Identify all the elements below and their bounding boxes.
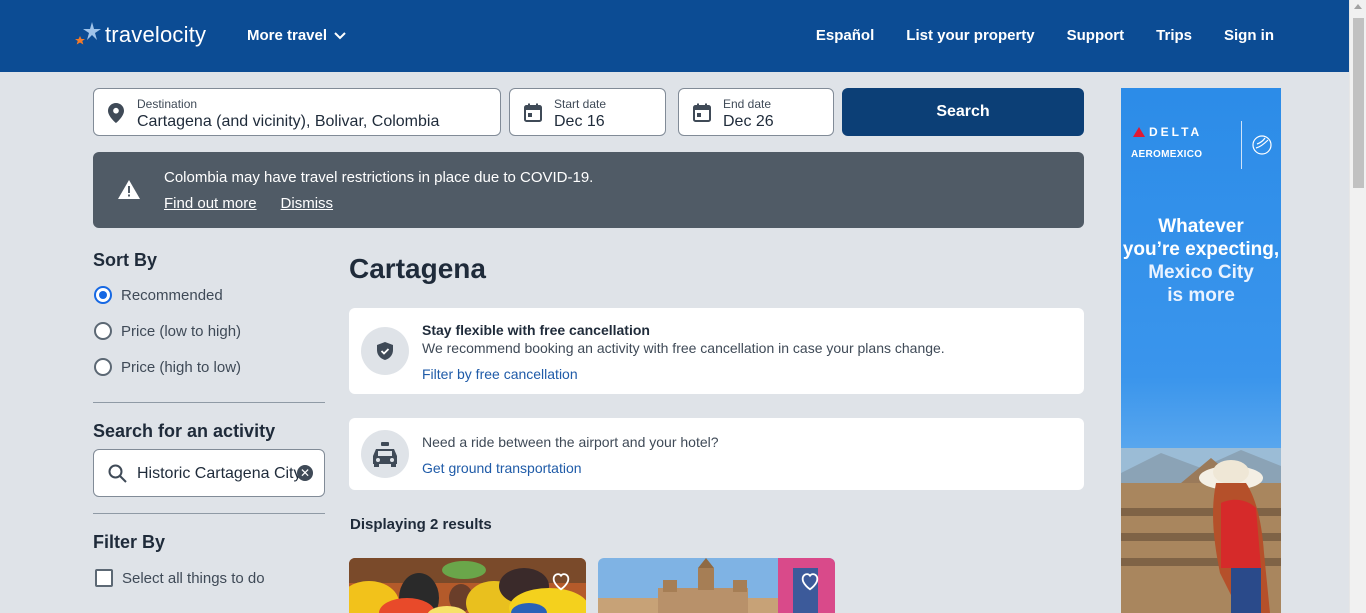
- site-header: travelocity More travel Español List you…: [0, 0, 1349, 72]
- sort-option-recommended[interactable]: Recommended: [94, 286, 223, 304]
- taxi-icon: [373, 442, 397, 467]
- sort-option-price-low-high[interactable]: Price (low to high): [94, 322, 241, 340]
- shield-check-icon-circle: [361, 327, 409, 375]
- radio-button[interactable]: [94, 358, 112, 376]
- chevron-down-icon: [334, 31, 346, 39]
- advertisement-banner[interactable]: DELTA AEROMEXICO Whatever you’re expecti…: [1121, 88, 1281, 613]
- sort-option-label: Recommended: [121, 286, 223, 304]
- nav-list-property[interactable]: List your property: [906, 27, 1034, 44]
- end-date-field[interactable]: End date Dec 26: [678, 88, 834, 136]
- alert-message: Colombia may have travel restrictions in…: [164, 169, 594, 186]
- dismiss-link[interactable]: Dismiss: [281, 195, 334, 212]
- start-date-field[interactable]: Start date Dec 16: [509, 88, 666, 136]
- more-travel-menu[interactable]: More travel: [247, 27, 346, 44]
- skyteam-icon: [1252, 135, 1272, 155]
- heart-icon[interactable]: [799, 570, 821, 592]
- ad-line-3: Mexico City: [1148, 262, 1254, 283]
- delta-brand: DELTA: [1149, 125, 1203, 139]
- sort-option-price-high-low[interactable]: Price (high to low): [94, 358, 241, 376]
- clear-input-icon[interactable]: ✕: [297, 465, 313, 481]
- sort-option-label: Price (high to low): [121, 358, 242, 376]
- aeromexico-brand: AEROMEXICO: [1131, 149, 1203, 160]
- sidebar-divider: [93, 513, 325, 514]
- end-date-label: End date: [723, 97, 772, 111]
- start-date-label: Start date: [554, 97, 607, 111]
- nav-trips[interactable]: Trips: [1156, 27, 1192, 44]
- search-button[interactable]: Search: [842, 88, 1084, 136]
- logo-text: travelocity: [105, 22, 207, 47]
- activity-search-value: Historic Cartagena City: [137, 465, 302, 482]
- covid-alert-banner: Colombia may have travel restrictions in…: [93, 152, 1084, 228]
- search-icon: [108, 464, 127, 483]
- sort-by-heading: Sort By: [93, 250, 158, 270]
- results-count: Displaying 2 results: [350, 516, 492, 533]
- nav-sign-in[interactable]: Sign in: [1224, 27, 1274, 44]
- ad-headline: Whatever you’re expecting, Mexico City i…: [1121, 215, 1281, 307]
- ground-transport-link[interactable]: Get ground transportation: [422, 460, 582, 476]
- ad-line-2: you’re expecting,: [1122, 239, 1280, 260]
- free-cancellation-title: Stay flexible with free cancellation: [422, 322, 650, 338]
- ground-transport-text: Need a ride between the airport and your…: [422, 434, 719, 450]
- more-travel-label: More travel: [247, 27, 328, 44]
- activity-search-input[interactable]: Historic Cartagena City ✕: [93, 449, 325, 497]
- sidebar-divider: [93, 402, 325, 403]
- select-all-label: Select all things to do: [122, 569, 265, 587]
- result-image-2[interactable]: [598, 558, 835, 613]
- radio-button-checked[interactable]: [94, 286, 112, 304]
- heart-icon[interactable]: [550, 570, 572, 592]
- taxi-icon-circle: [361, 430, 409, 478]
- end-date-value: Dec 26: [723, 113, 774, 130]
- calendar-icon: [524, 103, 542, 122]
- checkbox[interactable]: [95, 569, 113, 587]
- warning-icon: [118, 180, 140, 199]
- scroll-thumb[interactable]: [1353, 18, 1364, 188]
- header-nav: Español List your property Support Trips…: [816, 27, 1274, 44]
- start-date-value: Dec 16: [554, 113, 605, 130]
- logo-star-icon: [75, 22, 101, 45]
- travelocity-logo[interactable]: travelocity: [74, 20, 206, 50]
- nav-language[interactable]: Español: [816, 27, 874, 44]
- activity-search-heading: Search for an activity: [93, 421, 276, 441]
- nav-support[interactable]: Support: [1067, 27, 1125, 44]
- ad-photo-pyramid-traveler: [1121, 448, 1281, 613]
- ad-line-4: is more: [1167, 285, 1235, 306]
- delta-logo: DELTA: [1133, 125, 1202, 139]
- page-title: Cartagena: [349, 253, 486, 284]
- sort-option-label: Price (low to high): [121, 322, 242, 340]
- select-all-things-checkbox-row[interactable]: Select all things to do: [95, 569, 265, 587]
- destination-value: Cartagena (and vicinity), Bolivar, Colom…: [137, 113, 440, 130]
- page-scrollbar[interactable]: [1349, 0, 1366, 613]
- scroll-up-arrow-icon[interactable]: [1354, 4, 1362, 9]
- delta-triangle-icon: [1133, 127, 1145, 137]
- ad-line-1: Whatever: [1158, 216, 1244, 237]
- radio-button[interactable]: [94, 322, 112, 340]
- result-image-1[interactable]: [349, 558, 586, 613]
- free-cancellation-card: Stay flexible with free cancellation We …: [349, 308, 1084, 394]
- map-pin-icon: [108, 103, 124, 123]
- destination-field[interactable]: Destination Cartagena (and vicinity), Bo…: [93, 88, 501, 136]
- free-cancellation-text: We recommend booking an activity with fr…: [422, 340, 945, 356]
- filter-by-heading: Filter By: [93, 532, 166, 552]
- alert-links: Find out more Dismiss: [164, 195, 333, 212]
- destination-label: Destination: [137, 97, 198, 111]
- shield-check-icon: [377, 342, 393, 360]
- ad-separator: [1241, 121, 1242, 169]
- calendar-icon: [693, 103, 711, 122]
- filter-free-cancellation-link[interactable]: Filter by free cancellation: [422, 366, 578, 382]
- ground-transport-card: Need a ride between the airport and your…: [349, 418, 1084, 490]
- find-out-more-link[interactable]: Find out more: [164, 195, 257, 212]
